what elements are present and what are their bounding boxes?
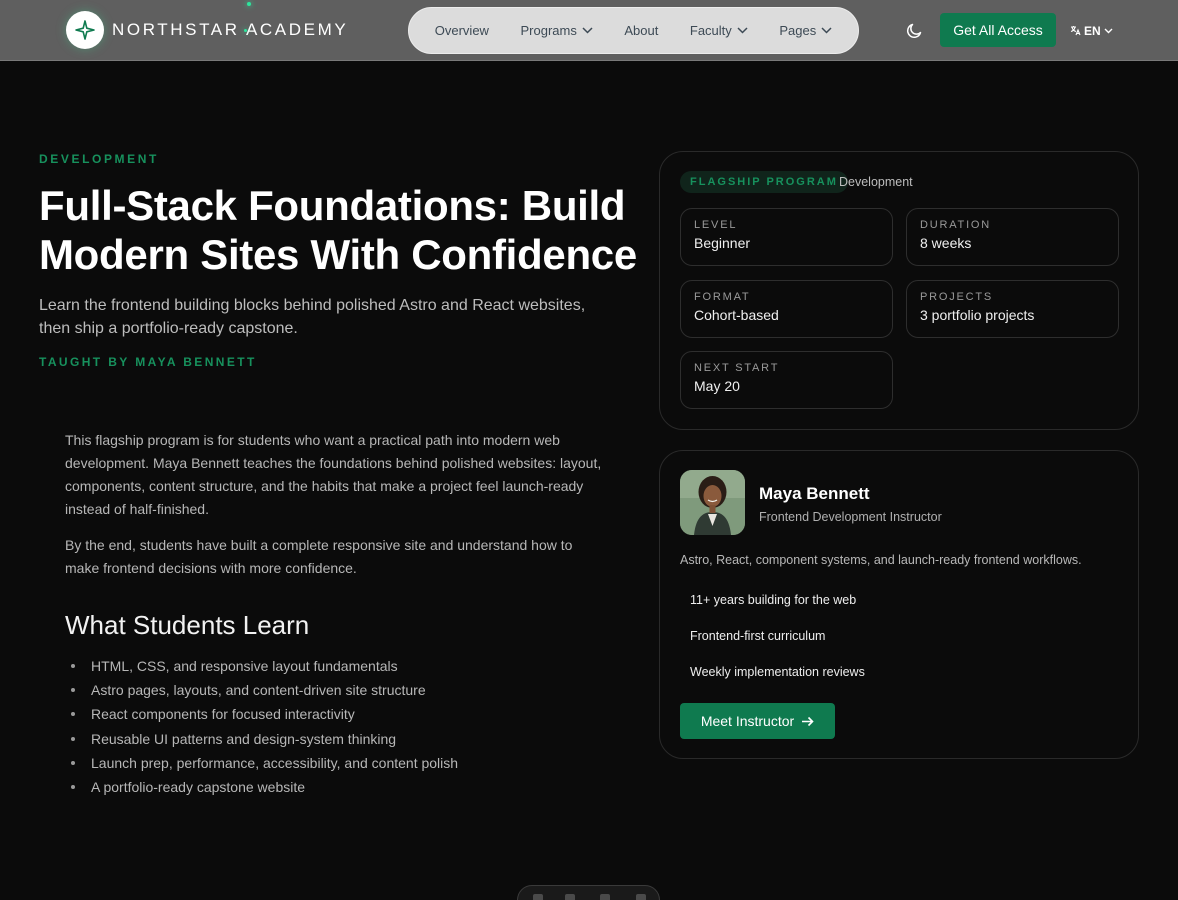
learn-section-title: What Students Learn bbox=[65, 610, 310, 640]
site-header: NORTHSTAR ACADEMY Overview Programs Abou… bbox=[0, 0, 1178, 61]
stat-next-start: NEXT START May 20 bbox=[680, 351, 893, 409]
arrow-right-icon bbox=[802, 716, 814, 726]
chevron-down-icon bbox=[737, 27, 748, 34]
list-item: Reusable UI patterns and design-system t… bbox=[65, 727, 585, 751]
chevron-down-icon bbox=[821, 27, 832, 34]
moon-icon bbox=[906, 23, 922, 39]
nav-item-label: About bbox=[624, 23, 659, 38]
chevron-down-icon bbox=[1104, 28, 1113, 33]
main-nav: Overview Programs About Faculty Pages bbox=[408, 7, 859, 54]
stat-value: 3 portfolio projects bbox=[920, 307, 1035, 323]
stat-format: FORMAT Cohort-based bbox=[680, 280, 893, 338]
translate-icon bbox=[1070, 26, 1081, 36]
list-item: React components for focused interactivi… bbox=[65, 702, 585, 726]
stat-projects: PROJECTS 3 portfolio projects bbox=[906, 280, 1119, 338]
learn-list: HTML, CSS, and responsive layout fundame… bbox=[65, 654, 585, 799]
nav-item-pages[interactable]: Pages bbox=[779, 23, 832, 38]
brand-logo-link[interactable]: NORTHSTAR ACADEMY bbox=[66, 11, 348, 49]
dev-toolbar[interactable] bbox=[517, 885, 660, 900]
stat-label: NEXT START bbox=[694, 362, 780, 374]
nav-item-label: Overview bbox=[434, 23, 489, 38]
list-item: Astro pages, layouts, and content-driven… bbox=[65, 678, 585, 702]
stat-value: Cohort-based bbox=[694, 307, 779, 323]
chevron-down-icon bbox=[582, 27, 593, 34]
button-label: Meet Instructor bbox=[700, 713, 795, 729]
language-label: EN bbox=[1084, 23, 1101, 38]
nav-item-label: Pages bbox=[779, 23, 817, 38]
description-paragraph: This flagship program is for students wh… bbox=[65, 432, 602, 517]
toolbar-icon[interactable] bbox=[565, 894, 575, 900]
stat-label: DURATION bbox=[920, 219, 992, 231]
program-details-card: FLAGSHIP PROGRAM Development LEVEL Begin… bbox=[659, 151, 1139, 430]
list-item: A portfolio-ready capstone website bbox=[65, 775, 585, 799]
program-description: This flagship program is for students wh… bbox=[65, 429, 605, 580]
instructor-highlight: 11+ years building for the web bbox=[690, 593, 857, 607]
list-item: HTML, CSS, and responsive layout fundame… bbox=[65, 654, 585, 678]
decorative-glow-dot bbox=[247, 2, 251, 6]
avatar bbox=[680, 470, 745, 535]
stat-value: 8 weeks bbox=[920, 235, 972, 251]
taught-by-label: TAUGHT BY MAYA BENNETT bbox=[39, 355, 257, 369]
page-title: Full-Stack Foundations: Build Modern Sit… bbox=[39, 182, 637, 278]
hero-subtitle: Learn the frontend building blocks behin… bbox=[39, 297, 586, 337]
language-selector[interactable]: EN bbox=[1070, 22, 1113, 39]
nav-item-faculty[interactable]: Faculty bbox=[690, 23, 748, 38]
toolbar-icon[interactable] bbox=[533, 894, 543, 900]
nav-item-label: Programs bbox=[520, 23, 577, 38]
instructor-bio: Astro, React, component systems, and lau… bbox=[680, 553, 1082, 567]
instructor-highlight: Weekly implementation reviews bbox=[690, 665, 865, 679]
program-category: Development bbox=[839, 175, 913, 189]
flagship-badge: FLAGSHIP PROGRAM bbox=[680, 171, 848, 193]
stat-label: PROJECTS bbox=[920, 291, 994, 303]
description-paragraph: By the end, students have built a comple… bbox=[65, 537, 573, 576]
stat-value: May 20 bbox=[694, 378, 740, 394]
list-item: Launch prep, performance, accessibility,… bbox=[65, 751, 585, 775]
sparkle-star-icon bbox=[66, 11, 104, 49]
instructor-card: Maya Bennett Frontend Development Instru… bbox=[659, 450, 1139, 759]
decorative-glow-dot bbox=[244, 29, 247, 32]
theme-toggle-button[interactable] bbox=[906, 22, 923, 39]
settings-icon[interactable] bbox=[636, 894, 646, 900]
brand-name: NORTHSTAR ACADEMY bbox=[112, 20, 349, 39]
nav-item-programs[interactable]: Programs bbox=[520, 23, 593, 38]
stat-duration: DURATION 8 weeks bbox=[906, 208, 1119, 266]
instructor-role: Frontend Development Instructor bbox=[759, 510, 942, 524]
stat-value: Beginner bbox=[694, 235, 751, 251]
stat-label: FORMAT bbox=[694, 291, 751, 303]
toolbar-icon[interactable] bbox=[600, 894, 610, 900]
stat-label: LEVEL bbox=[694, 219, 738, 231]
category-eyebrow: DEVELOPMENT bbox=[39, 152, 159, 166]
instructor-name: Maya Bennett bbox=[759, 484, 870, 503]
stat-level: LEVEL Beginner bbox=[680, 208, 893, 266]
nav-item-about[interactable]: About bbox=[624, 23, 658, 38]
get-all-access-button[interactable]: Get All Access bbox=[940, 13, 1056, 47]
nav-item-overview[interactable]: Overview bbox=[435, 23, 489, 38]
nav-item-label: Faculty bbox=[689, 23, 732, 38]
instructor-highlight: Frontend-first curriculum bbox=[690, 629, 826, 643]
meet-instructor-button[interactable]: Meet Instructor bbox=[680, 703, 835, 739]
